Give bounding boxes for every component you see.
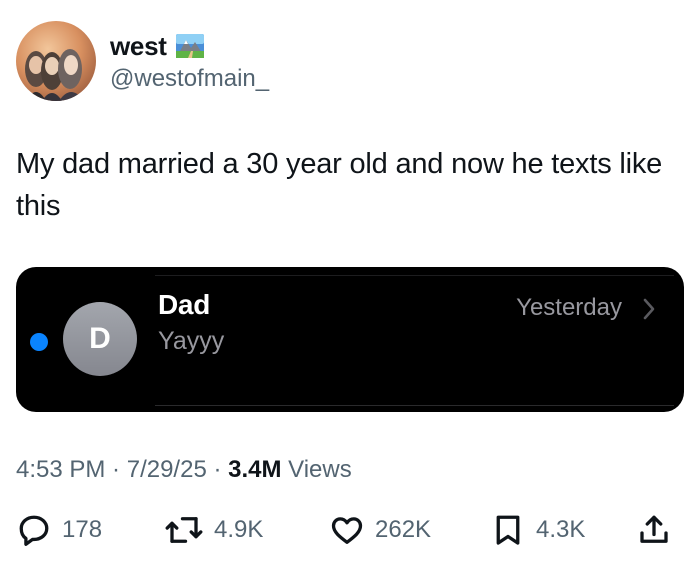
reply-count: 178 (62, 516, 103, 543)
tweet-meta: 4:53 PM · 7/29/25 · 3.4M Views (16, 454, 352, 486)
retweet-count: 4.9K (214, 516, 264, 543)
message-timestamp: Yesterday (516, 294, 622, 321)
bookmark-button[interactable]: 4.3K (490, 508, 585, 552)
author-name-row: west (110, 30, 205, 62)
tweet-actions: 178 4.9K 262K 4.3K (16, 508, 684, 552)
message-preview: Yayyy (158, 327, 225, 355)
author-display-name[interactable]: west (110, 30, 167, 62)
tweet-date[interactable]: 7/29/25 (127, 456, 207, 483)
tweet-time[interactable]: 4:53 PM (16, 456, 105, 483)
list-separator-bottom (155, 405, 674, 406)
bookmark-icon (496, 515, 520, 545)
contact-initial: D (89, 322, 111, 355)
share-icon (640, 515, 668, 543)
retweet-icon (165, 517, 203, 543)
unread-indicator-icon (30, 333, 48, 351)
national-park-emoji-icon (175, 34, 204, 58)
meta-separator: · (105, 456, 127, 483)
author-handle[interactable]: @westofmain_ (110, 64, 269, 94)
tweet-text: My dad married a 30 year old and now he … (16, 148, 663, 222)
reply-button[interactable]: 178 (16, 508, 102, 552)
profile-photo-icon (16, 21, 96, 101)
bookmark-count: 4.3K (536, 516, 586, 543)
like-count: 262K (375, 516, 432, 543)
views-count: 3.4M (228, 456, 282, 483)
chevron-right-icon (643, 298, 655, 320)
attached-screenshot[interactable]: D Dad Yayyy Yesterday (16, 267, 684, 412)
contact-name: Dad (158, 289, 210, 320)
like-button[interactable]: 262K (329, 508, 431, 552)
retweet-button[interactable]: 4.9K (164, 508, 263, 552)
heart-icon (331, 517, 363, 544)
contact-avatar: D (63, 302, 137, 376)
meta-separator: · (206, 456, 229, 483)
share-button[interactable] (636, 508, 672, 552)
views-label: Views (281, 456, 352, 483)
list-separator-top (155, 275, 674, 276)
author-avatar[interactable] (16, 21, 96, 101)
reply-icon (19, 515, 49, 546)
